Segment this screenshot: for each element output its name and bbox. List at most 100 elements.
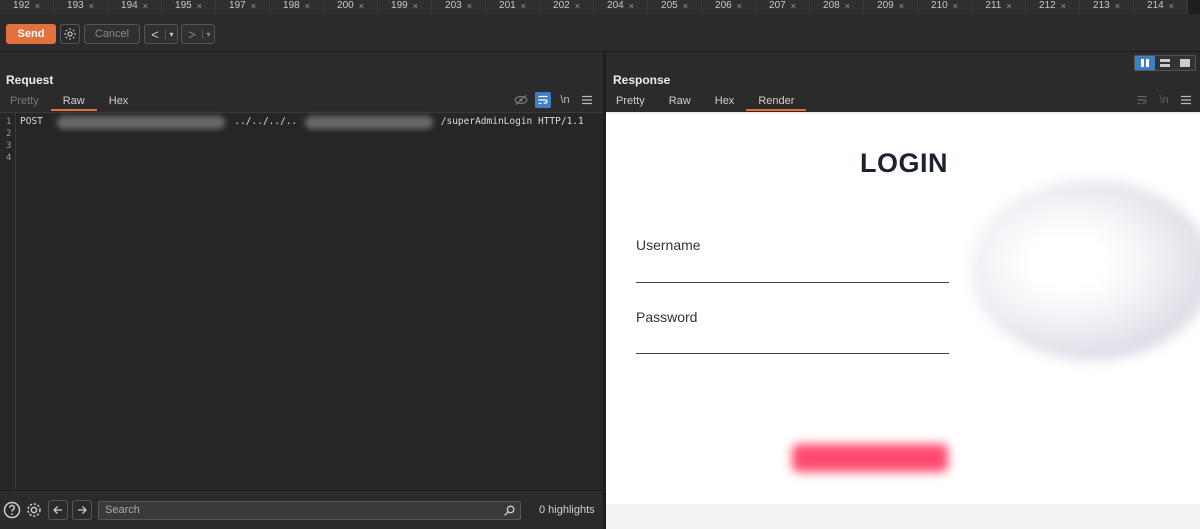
request-tab[interactable]: 199 × <box>378 0 432 14</box>
previous-match-button[interactable] <box>48 500 68 520</box>
request-tab[interactable]: 193 × <box>54 0 108 14</box>
request-tab[interactable]: 195 × <box>162 0 216 14</box>
tab-hex[interactable]: Hex <box>703 93 747 111</box>
hide-eye-icon[interactable] <box>513 92 529 108</box>
request-tab[interactable]: 211 × <box>972 0 1026 14</box>
request-view-options: \n <box>513 92 595 108</box>
request-tab-label: 202 <box>553 0 570 11</box>
close-icon[interactable]: × <box>1006 1 1011 11</box>
layout-tabbed-button[interactable] <box>1175 56 1195 70</box>
request-tab[interactable]: 203 × <box>432 0 486 14</box>
request-tab-label: 203 <box>445 0 462 11</box>
word-wrap-icon[interactable] <box>535 92 551 108</box>
tab-render[interactable]: Render <box>746 93 807 111</box>
close-icon[interactable]: × <box>521 1 526 11</box>
request-tab[interactable]: 198 × <box>270 0 324 14</box>
request-tab[interactable]: 208 × <box>810 0 864 14</box>
request-bottom-bar: Search 0 highlights <box>0 490 603 529</box>
tab-hex[interactable]: Hex <box>97 93 141 111</box>
layout-side-by-side-button[interactable] <box>1135 56 1155 70</box>
tab-raw[interactable]: Raw <box>657 93 703 111</box>
tab-pretty[interactable]: Pretty <box>0 93 51 111</box>
chevron-down-icon[interactable]: ▾ <box>202 29 214 39</box>
close-icon[interactable]: × <box>359 1 364 11</box>
arrow-left-icon <box>53 506 62 514</box>
request-tab[interactable]: 212 × <box>1026 0 1080 14</box>
close-icon[interactable]: × <box>953 1 958 11</box>
request-tab-label: 209 <box>877 0 894 11</box>
close-icon[interactable]: × <box>575 1 580 11</box>
word-wrap-icon[interactable] <box>1134 92 1150 108</box>
newline-toggle-icon[interactable]: \n <box>1156 92 1172 108</box>
request-tab[interactable]: 214 × <box>1134 0 1188 14</box>
password-field[interactable] <box>636 353 949 354</box>
layout-stacked-button[interactable] <box>1155 56 1175 70</box>
request-tab[interactable]: 210 × <box>918 0 972 14</box>
menu-icon[interactable] <box>1178 92 1194 108</box>
request-tab[interactable]: 201 × <box>486 0 540 14</box>
response-title: Response <box>613 73 671 87</box>
close-icon[interactable]: × <box>143 1 148 11</box>
close-icon[interactable]: × <box>1061 1 1066 11</box>
close-icon[interactable]: × <box>1115 1 1120 11</box>
request-tab-label: 199 <box>391 0 408 11</box>
next-match-button[interactable] <box>72 500 92 520</box>
request-tab[interactable]: 209 × <box>864 0 918 14</box>
request-tab[interactable]: 205 × <box>648 0 702 14</box>
request-tab-label: 193 <box>67 0 84 11</box>
close-icon[interactable]: × <box>683 1 688 11</box>
request-editor[interactable]: 1 2 3 4 POST ../../../.. /superAdminLogi… <box>0 112 603 490</box>
request-tab[interactable]: 194 × <box>108 0 162 14</box>
request-tab[interactable]: 206 × <box>702 0 756 14</box>
request-tab[interactable]: 197 × <box>216 0 270 14</box>
close-icon[interactable]: × <box>251 1 256 11</box>
redacted-host <box>56 116 225 129</box>
cancel-button[interactable]: Cancel <box>84 24 140 44</box>
login-button[interactable] <box>792 444 948 472</box>
request-tab[interactable]: 200 × <box>324 0 378 14</box>
close-icon[interactable]: × <box>1169 1 1174 11</box>
close-icon[interactable]: × <box>737 1 742 11</box>
close-icon[interactable]: × <box>305 1 310 11</box>
search-icon[interactable] <box>503 504 516 517</box>
close-icon[interactable]: × <box>89 1 94 11</box>
search-input[interactable]: Search <box>98 501 521 520</box>
tab-raw[interactable]: Raw <box>50 93 97 111</box>
columns-icon <box>1141 59 1149 67</box>
close-icon[interactable]: × <box>791 1 796 11</box>
newline-toggle-icon[interactable]: \n <box>557 92 573 108</box>
highlight-count: 0 highlights <box>539 504 595 516</box>
menu-icon[interactable] <box>579 92 595 108</box>
request-tab[interactable]: 204 × <box>594 0 648 14</box>
rows-icon <box>1160 59 1170 67</box>
chevron-left-icon: < <box>151 26 159 42</box>
request-tab-label: 198 <box>283 0 300 11</box>
request-tab[interactable]: 213 × <box>1080 0 1134 14</box>
help-button[interactable] <box>2 500 22 520</box>
history-forward-button[interactable]: > ▾ <box>181 24 215 44</box>
close-icon[interactable]: × <box>899 1 904 11</box>
close-icon[interactable]: × <box>845 1 850 11</box>
username-field[interactable] <box>636 282 949 283</box>
chevron-down-icon[interactable]: ▾ <box>165 29 177 39</box>
request-tab[interactable]: 192 × <box>0 0 54 14</box>
close-icon[interactable]: × <box>197 1 202 11</box>
request-tab[interactable]: 202 × <box>540 0 594 14</box>
gear-icon <box>64 28 76 40</box>
line-number: 2 <box>6 129 12 139</box>
close-icon[interactable]: × <box>629 1 634 11</box>
settings-button[interactable] <box>60 24 80 44</box>
response-view-tabs: Pretty Raw Hex Render <box>604 93 807 111</box>
gear-icon <box>27 503 41 517</box>
request-tab-label: 206 <box>715 0 732 11</box>
request-tab[interactable]: 207 × <box>756 0 810 14</box>
close-icon[interactable]: × <box>467 1 472 11</box>
response-view-options: \n <box>1134 92 1194 108</box>
history-back-button[interactable]: < ▾ <box>144 24 178 44</box>
request-tab-label: 207 <box>769 0 786 11</box>
close-icon[interactable]: × <box>35 1 40 11</box>
tab-pretty[interactable]: Pretty <box>604 93 657 111</box>
send-button[interactable]: Send <box>6 24 56 44</box>
close-icon[interactable]: × <box>413 1 418 11</box>
search-settings-button[interactable] <box>24 500 44 520</box>
